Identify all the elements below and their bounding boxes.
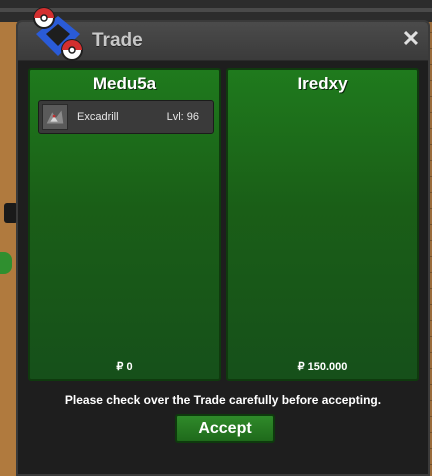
player-name-right: Iredxy	[297, 74, 348, 93]
money-left: ₽ 0	[116, 361, 133, 373]
accept-button[interactable]: Accept	[175, 414, 275, 443]
trade-window: Trade ✕ Medu5a Excadrill Lvl: 96 ₽ 0 Ire…	[16, 7, 430, 476]
pokeball-logo-icon	[33, 7, 83, 61]
trade-pokemon-item[interactable]: Excadrill Lvl: 96	[38, 100, 214, 134]
money-right: ₽ 150.000	[297, 361, 348, 373]
titlebar[interactable]: Trade ✕	[18, 7, 428, 61]
game-npc-green	[0, 252, 12, 274]
trade-notice: Please check over the Trade carefully be…	[64, 393, 382, 407]
player-name-left: Medu5a	[92, 74, 157, 93]
window-title: Trade	[92, 30, 143, 51]
trade-panel-right: Iredxy ₽ 150.000	[226, 68, 419, 381]
trade-panel-left: Medu5a Excadrill Lvl: 96 ₽ 0	[28, 68, 221, 381]
close-icon[interactable]: ✕	[400, 28, 422, 50]
pokemon-level: Lvl: 96	[166, 111, 199, 123]
excadrill-sprite-icon	[42, 104, 68, 130]
pokemon-name: Excadrill	[77, 111, 119, 123]
